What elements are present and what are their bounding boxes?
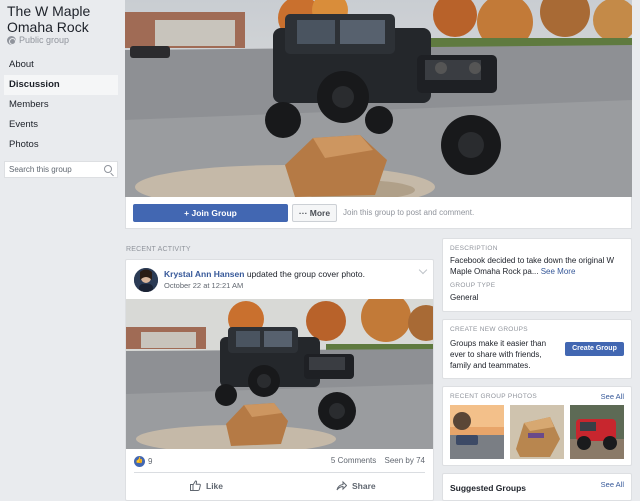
- join-group-button[interactable]: + Join Group: [133, 204, 288, 222]
- create-group-button[interactable]: Create Group: [565, 342, 624, 356]
- group-type-label: GROUP TYPE: [450, 282, 496, 289]
- group-title[interactable]: The W Maple Omaha Rock: [7, 3, 122, 35]
- like-button[interactable]: Like: [190, 480, 223, 491]
- post-action-text: updated the group cover photo.: [244, 269, 365, 279]
- recent-photos-see-all[interactable]: See All: [601, 392, 624, 401]
- share-icon: [336, 480, 347, 491]
- comments-count-link[interactable]: 5 Comments: [331, 456, 376, 465]
- like-label: Like: [206, 480, 224, 491]
- suggested-groups-card: Suggested Groups See All: [442, 473, 632, 501]
- recent-photos-card: RECENT GROUP PHOTOS See All: [442, 386, 632, 466]
- seen-by-count[interactable]: Seen by 74: [385, 456, 425, 465]
- chevron-down-icon[interactable]: [418, 265, 428, 275]
- create-groups-label: CREATE NEW GROUPS: [450, 326, 528, 333]
- description-body: Facebook decided to take down the origin…: [450, 256, 615, 276]
- post-timestamp[interactable]: October 22 at 12:21 AM: [164, 281, 243, 290]
- group-nav: About Discussion Members Events Photos: [4, 55, 118, 155]
- post-photo[interactable]: [126, 299, 433, 449]
- thumbs-up-icon: [190, 480, 201, 491]
- nav-item-photos[interactable]: Photos: [4, 135, 118, 155]
- see-more-link[interactable]: See More: [541, 267, 576, 276]
- recent-photo-thumb[interactable]: [450, 405, 504, 459]
- post-header-text: Krystal Ann Hansen updated the group cov…: [164, 269, 365, 279]
- like-reaction-icon: 👍: [134, 456, 145, 467]
- description-card: DESCRIPTION Facebook decided to take dow…: [442, 238, 632, 312]
- photo-thumbnail-truck: [570, 405, 624, 459]
- activity-post: Krystal Ann Hansen updated the group cov…: [125, 259, 434, 501]
- create-groups-card: CREATE NEW GROUPS Groups make it easier …: [442, 319, 632, 379]
- share-label: Share: [352, 480, 376, 491]
- search-icon[interactable]: [104, 165, 112, 173]
- group-search-input[interactable]: Search this group: [4, 161, 118, 178]
- avatar-image: [134, 268, 158, 292]
- recent-photo-thumb[interactable]: [510, 405, 564, 459]
- reactions-summary[interactable]: 👍 9: [134, 456, 152, 467]
- suggested-groups-title: Suggested Groups: [450, 483, 527, 493]
- avatar[interactable]: [134, 268, 158, 292]
- group-privacy-label: Public group: [19, 35, 70, 45]
- recent-activity-label: RECENT ACTIVITY: [126, 246, 191, 253]
- cover-jeep-image: [125, 0, 632, 197]
- description-label: DESCRIPTION: [450, 245, 498, 252]
- recent-photos-label: RECENT GROUP PHOTOS: [450, 393, 537, 400]
- recent-photo-thumb[interactable]: [570, 405, 624, 459]
- post-jeep-image: [126, 299, 433, 449]
- cover-action-bar: + Join Group ··· More Join this group to…: [125, 197, 632, 229]
- globe-icon: [7, 35, 16, 45]
- search-placeholder: Search this group: [9, 165, 72, 174]
- create-groups-text: Groups make it easier than ever to share…: [450, 339, 547, 370]
- share-button[interactable]: Share: [336, 480, 376, 491]
- photo-thumbnail-rock: [510, 405, 564, 459]
- more-button[interactable]: ··· More: [292, 204, 337, 222]
- group-privacy: Public group: [7, 35, 69, 45]
- reaction-count: 9: [148, 457, 153, 466]
- description-text: Facebook decided to take down the origin…: [450, 255, 626, 277]
- suggested-see-all[interactable]: See All: [601, 480, 624, 489]
- group-type-value: General: [450, 293, 479, 302]
- photo-thumbnail-sunset: [450, 405, 504, 459]
- join-hint-text: Join this group to post and comment.: [343, 208, 475, 217]
- post-stats: 5 Comments Seen by 74: [331, 456, 425, 465]
- left-sidebar: The W Maple Omaha Rock Public group Abou…: [0, 0, 124, 501]
- nav-item-about[interactable]: About: [4, 55, 118, 75]
- post-divider: [134, 472, 425, 473]
- nav-item-events[interactable]: Events: [4, 115, 118, 135]
- cover-photo[interactable]: [125, 0, 632, 197]
- nav-item-members[interactable]: Members: [4, 95, 118, 115]
- post-author-link[interactable]: Krystal Ann Hansen: [164, 269, 244, 279]
- nav-item-discussion[interactable]: Discussion: [4, 75, 118, 95]
